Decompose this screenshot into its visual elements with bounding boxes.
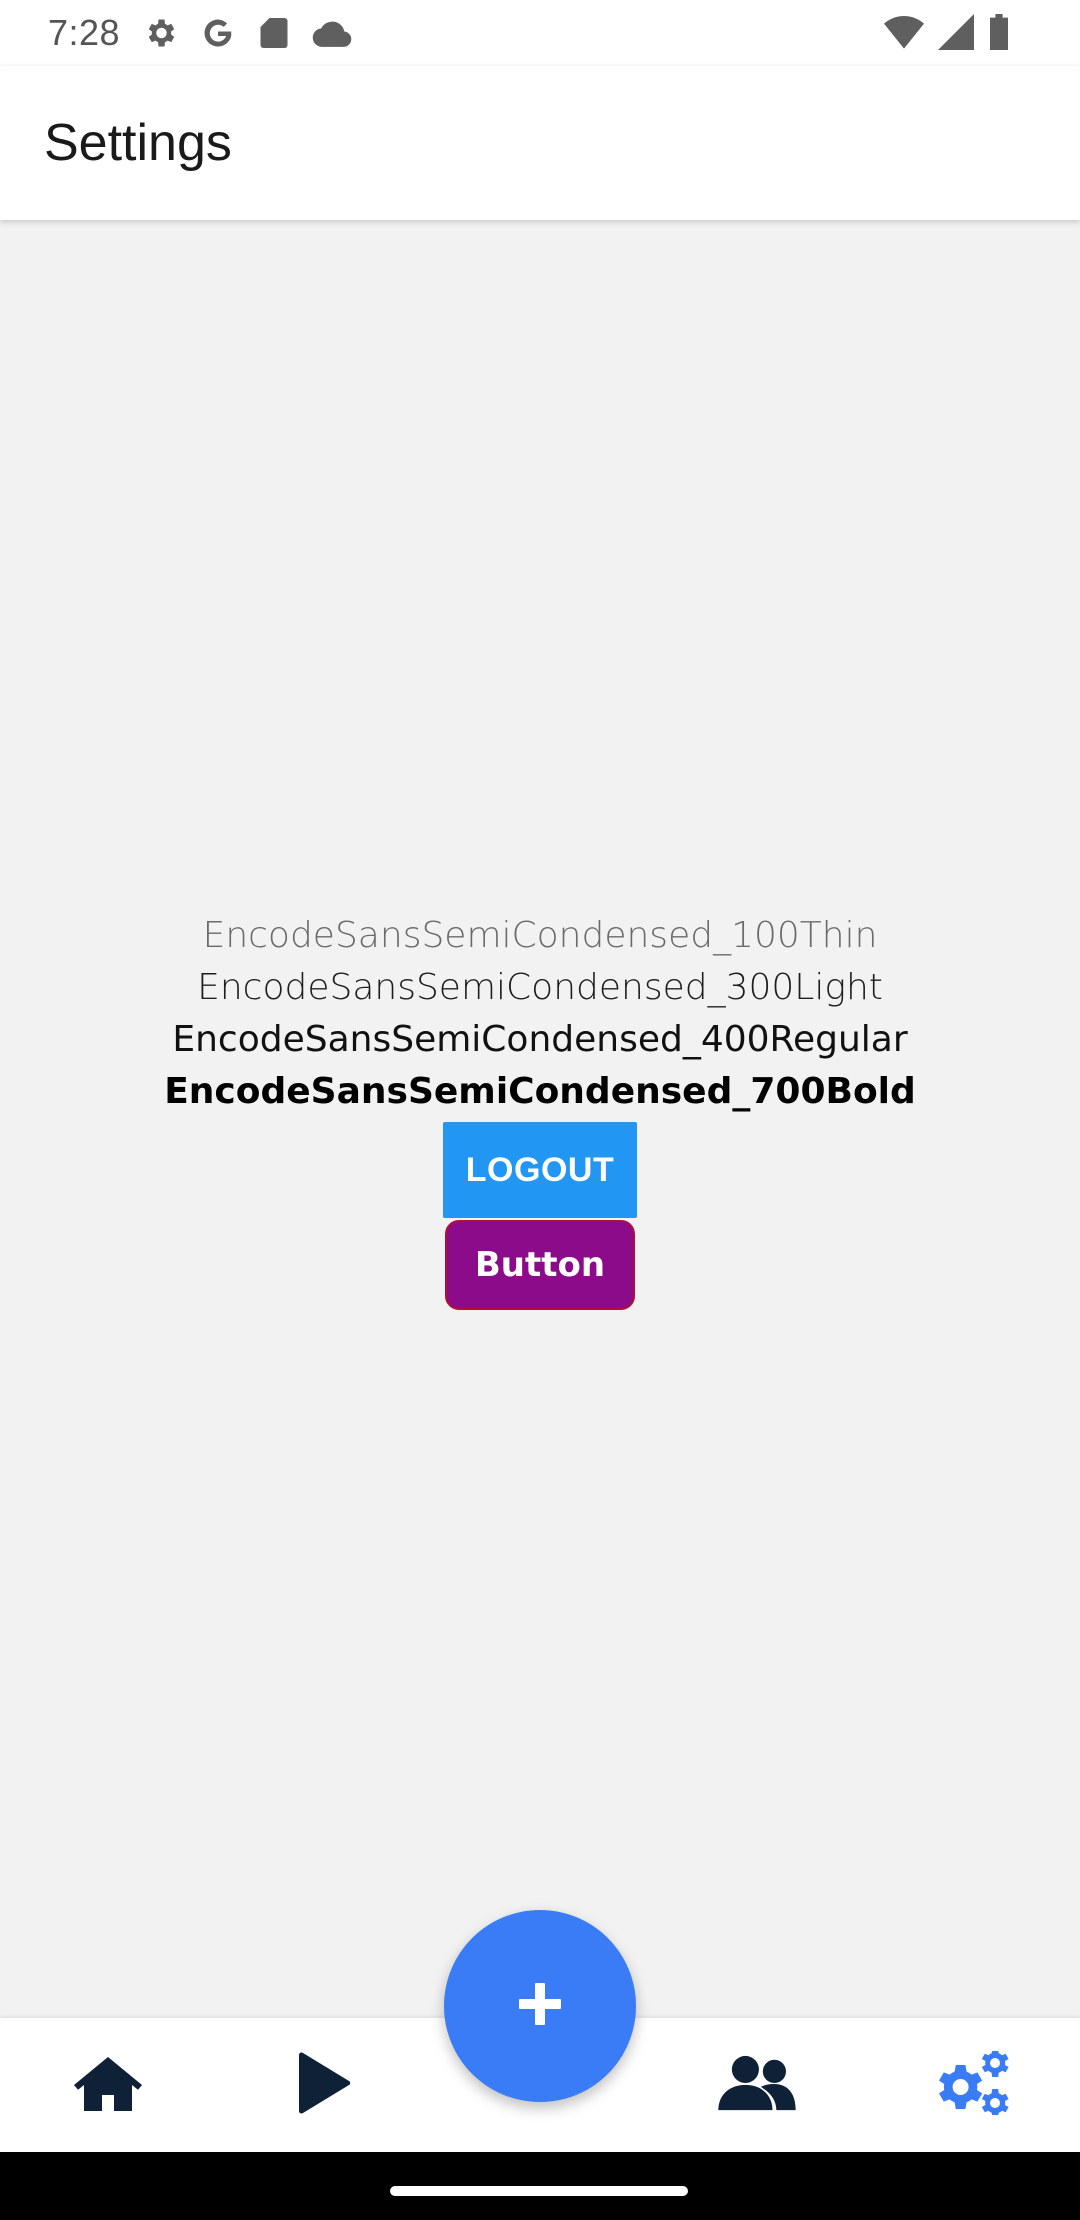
- status-bar: 7:28: [0, 0, 1080, 66]
- add-fab-button[interactable]: [444, 1910, 636, 2102]
- font-sample-regular: EncodeSansSemiCondensed_400Regular: [172, 1019, 908, 1060]
- cellular-signal-icon: [938, 14, 974, 50]
- people-icon: [718, 2054, 796, 2117]
- google-icon: [200, 15, 236, 51]
- settings-gear-icon: [142, 15, 178, 51]
- main-content: EncodeSansSemiCondensed_100Thin EncodeSa…: [0, 910, 1080, 1310]
- nav-item-home[interactable]: [33, 2018, 183, 2152]
- plus-icon: [516, 1980, 564, 2033]
- logout-button[interactable]: LOGOUT: [443, 1122, 637, 1218]
- home-icon: [72, 2053, 144, 2118]
- battery-icon: [988, 14, 1010, 50]
- font-sample-bold: EncodeSansSemiCondensed_700Bold: [164, 1071, 916, 1112]
- cloud-icon: [312, 18, 352, 48]
- sd-card-icon: [258, 15, 290, 51]
- settings-gears-icon: [933, 2050, 1013, 2120]
- font-sample-light: EncodeSansSemiCondensed_300Light: [197, 967, 883, 1008]
- status-icons-left: [142, 15, 352, 51]
- nav-item-settings[interactable]: [898, 2018, 1048, 2152]
- nav-item-people[interactable]: [682, 2018, 832, 2152]
- font-sample-thin: EncodeSansSemiCondensed_100Thin: [202, 915, 878, 956]
- wifi-icon: [884, 14, 924, 50]
- custom-button[interactable]: Button: [445, 1220, 635, 1310]
- app-bar: Settings: [0, 66, 1080, 220]
- nav-item-play[interactable]: [248, 2018, 398, 2152]
- play-icon: [295, 2051, 351, 2120]
- home-indicator[interactable]: [390, 2186, 688, 2196]
- page-title: Settings: [44, 114, 232, 172]
- status-icons-right: [884, 14, 1010, 50]
- status-time: 7:28: [48, 12, 121, 53]
